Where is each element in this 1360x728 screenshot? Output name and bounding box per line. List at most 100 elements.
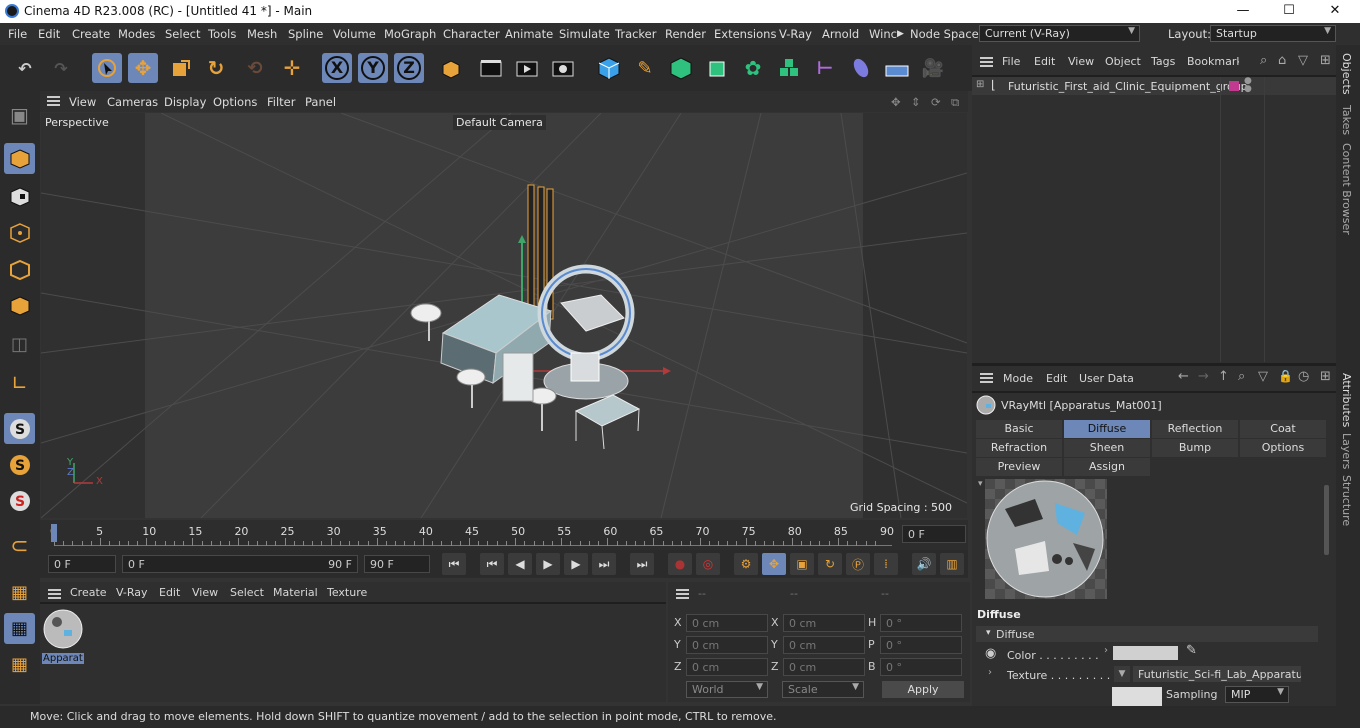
menu-character[interactable]: Character	[443, 27, 500, 41]
menu-tracker[interactable]: Tracker	[615, 27, 657, 41]
coord-value-field[interactable]: 0 °	[880, 614, 962, 632]
coord-value-field[interactable]: 0 °	[880, 658, 962, 676]
menu-create[interactable]: Create	[72, 27, 110, 41]
sound-icon[interactable]: 🔊	[912, 553, 936, 575]
tab-assign[interactable]: Assign	[1064, 458, 1150, 476]
scale-tool-icon[interactable]	[165, 53, 195, 83]
autokeying-icon[interactable]: ◎	[696, 553, 720, 575]
back-arrow-icon[interactable]: ←	[1178, 369, 1189, 384]
minimize-button[interactable]: —	[1220, 0, 1266, 23]
texture-expand-icon[interactable]: ›	[988, 667, 992, 678]
viewport-menu-panel[interactable]: Panel	[305, 95, 336, 109]
texture-field[interactable]: Futuristic_Sci-fi_Lab_Apparatus_B	[1133, 666, 1301, 682]
menu-overflow-icon[interactable]: ▶	[897, 29, 904, 39]
material-menu-vray[interactable]: V-Ray	[116, 586, 148, 599]
floor-scene-icon[interactable]	[882, 53, 912, 83]
perspective-viewport[interactable]: Perspective Default Camera Grid Spacing …	[41, 113, 967, 518]
viewport-rotate-icon[interactable]: ⟳	[931, 95, 941, 109]
material-menu-create[interactable]: Create	[70, 586, 107, 599]
film-icon[interactable]: ▥	[940, 553, 964, 575]
coord-value-field[interactable]: 0 cm	[686, 614, 768, 632]
group-collapse-icon[interactable]: ▾	[986, 628, 991, 638]
home-icon[interactable]: ⌂	[1278, 53, 1286, 68]
material-menu-texture[interactable]: Texture	[327, 586, 367, 599]
recent-tools-icon[interactable]: ⟲	[240, 53, 270, 83]
menu-modes[interactable]: Modes	[118, 27, 155, 41]
color-expand-icon[interactable]: ›	[1104, 645, 1108, 656]
x-axis-lock-icon[interactable]: X	[322, 53, 352, 83]
attributes-menu-icon[interactable]	[980, 373, 993, 383]
menu-render[interactable]: Render	[665, 27, 706, 41]
undo-icon[interactable]: ↶	[10, 53, 40, 83]
viewport-maximize-icon[interactable]: ⧉	[951, 95, 959, 110]
objects-menu-file[interactable]: File	[1002, 55, 1020, 68]
transform-tool-icon[interactable]: ✛	[277, 53, 307, 83]
scale-select[interactable]: Scale ▼	[782, 681, 864, 698]
solo-icon[interactable]: S	[4, 449, 35, 480]
history-icon[interactable]: ◷	[1298, 369, 1309, 384]
edges-mode-icon[interactable]	[4, 254, 35, 285]
align-workplane-icon[interactable]: ▦	[4, 649, 35, 680]
node-space-select[interactable]: Current (V-Ray) ▼	[979, 25, 1140, 42]
tab-options[interactable]: Options	[1240, 439, 1326, 457]
animate-color-icon[interactable]: ◉	[985, 646, 996, 661]
viewport-menu-view[interactable]: View	[69, 95, 96, 109]
locked-workplane-icon[interactable]: ▦	[4, 613, 35, 644]
next-frame-icon[interactable]: ▶	[564, 553, 588, 575]
go-to-start-icon[interactable]: ⏮	[442, 553, 466, 575]
objects-menu-view[interactable]: View	[1068, 55, 1094, 68]
workplane-icon[interactable]: ▦	[4, 577, 35, 608]
z-axis-lock-icon[interactable]: Z	[394, 53, 424, 83]
move-tool-icon[interactable]: ✥	[128, 53, 158, 83]
coord-value-field[interactable]: 0 cm	[686, 658, 768, 676]
material-menu-select[interactable]: Select	[230, 586, 264, 599]
deformer-bend-icon[interactable]: ⊢	[810, 53, 840, 83]
viewport-menu-filter[interactable]: Filter	[267, 95, 295, 109]
tab-bump[interactable]: Bump	[1152, 439, 1238, 457]
axis-mode-icon[interactable]: ∟	[4, 367, 35, 398]
coordinate-system-icon[interactable]	[435, 53, 465, 83]
coord-value-field[interactable]: 0 °	[880, 636, 962, 654]
material-menu-view[interactable]: View	[192, 586, 218, 599]
expand-icon[interactable]: ⊞	[976, 79, 984, 90]
menu-volume[interactable]: Volume	[333, 27, 376, 41]
menu-edit[interactable]: Edit	[38, 27, 60, 41]
viewport-menu-display[interactable]: Display	[164, 95, 206, 109]
side-tab-structure[interactable]: Structure	[1340, 475, 1353, 526]
tab-sheen[interactable]: Sheen	[1064, 439, 1150, 457]
side-tab-layers[interactable]: Layers	[1340, 433, 1353, 469]
solo-hierarchy-icon[interactable]: S	[4, 485, 35, 516]
play-icon[interactable]: ▶	[536, 553, 560, 575]
material-thumbnail[interactable]: Apparat	[42, 608, 84, 666]
render-settings-icon[interactable]	[548, 53, 578, 83]
objects-menu-icon[interactable]	[980, 57, 993, 67]
tab-basic[interactable]: Basic	[976, 420, 1062, 438]
objects-menu-bookmarks[interactable]: Bookmarks	[1187, 55, 1239, 68]
viewport-menu-cameras[interactable]: Cameras	[107, 95, 158, 109]
apply-button[interactable]: Apply	[882, 681, 964, 698]
tab-reflection[interactable]: Reflection	[1152, 420, 1238, 438]
timeline-playhead[interactable]	[51, 524, 57, 542]
new-view-icon[interactable]: ⊞	[1320, 53, 1331, 68]
preview-collapse-icon[interactable]: ▾	[978, 479, 983, 489]
texture-mode-icon[interactable]	[4, 181, 35, 212]
menu-tools[interactable]: Tools	[208, 27, 236, 41]
current-frame-field[interactable]: 0 F	[902, 525, 966, 543]
key-scale-icon[interactable]: ▣	[790, 553, 814, 575]
menu-file[interactable]: File	[8, 27, 27, 41]
objects-menu-object[interactable]: Object	[1105, 55, 1141, 68]
forward-arrow-icon[interactable]: →	[1198, 369, 1209, 384]
previous-frame-icon[interactable]: ◀	[508, 553, 532, 575]
attr-scrollbar[interactable]	[1324, 485, 1329, 555]
side-tab-takes[interactable]: Takes	[1340, 105, 1353, 135]
tab-diffuse[interactable]: Diffuse	[1064, 420, 1150, 438]
points-mode-icon[interactable]	[4, 217, 35, 248]
material-menu-material[interactable]: Material	[273, 586, 318, 599]
record-active-objects-icon[interactable]: ●	[668, 553, 692, 575]
menu-window[interactable]: Winc	[869, 27, 897, 41]
go-to-end-icon[interactable]: ⏭	[630, 553, 654, 575]
object-name[interactable]: Futuristic_First_aid_Clinic_Equipment_gr…	[1008, 80, 1248, 93]
filter-icon[interactable]: ▽	[1298, 53, 1308, 68]
timeline-ruler[interactable]: 051015202530354045505560657075808590 0 F	[40, 520, 968, 550]
attr-new-view-icon[interactable]: ⊞	[1320, 369, 1331, 384]
